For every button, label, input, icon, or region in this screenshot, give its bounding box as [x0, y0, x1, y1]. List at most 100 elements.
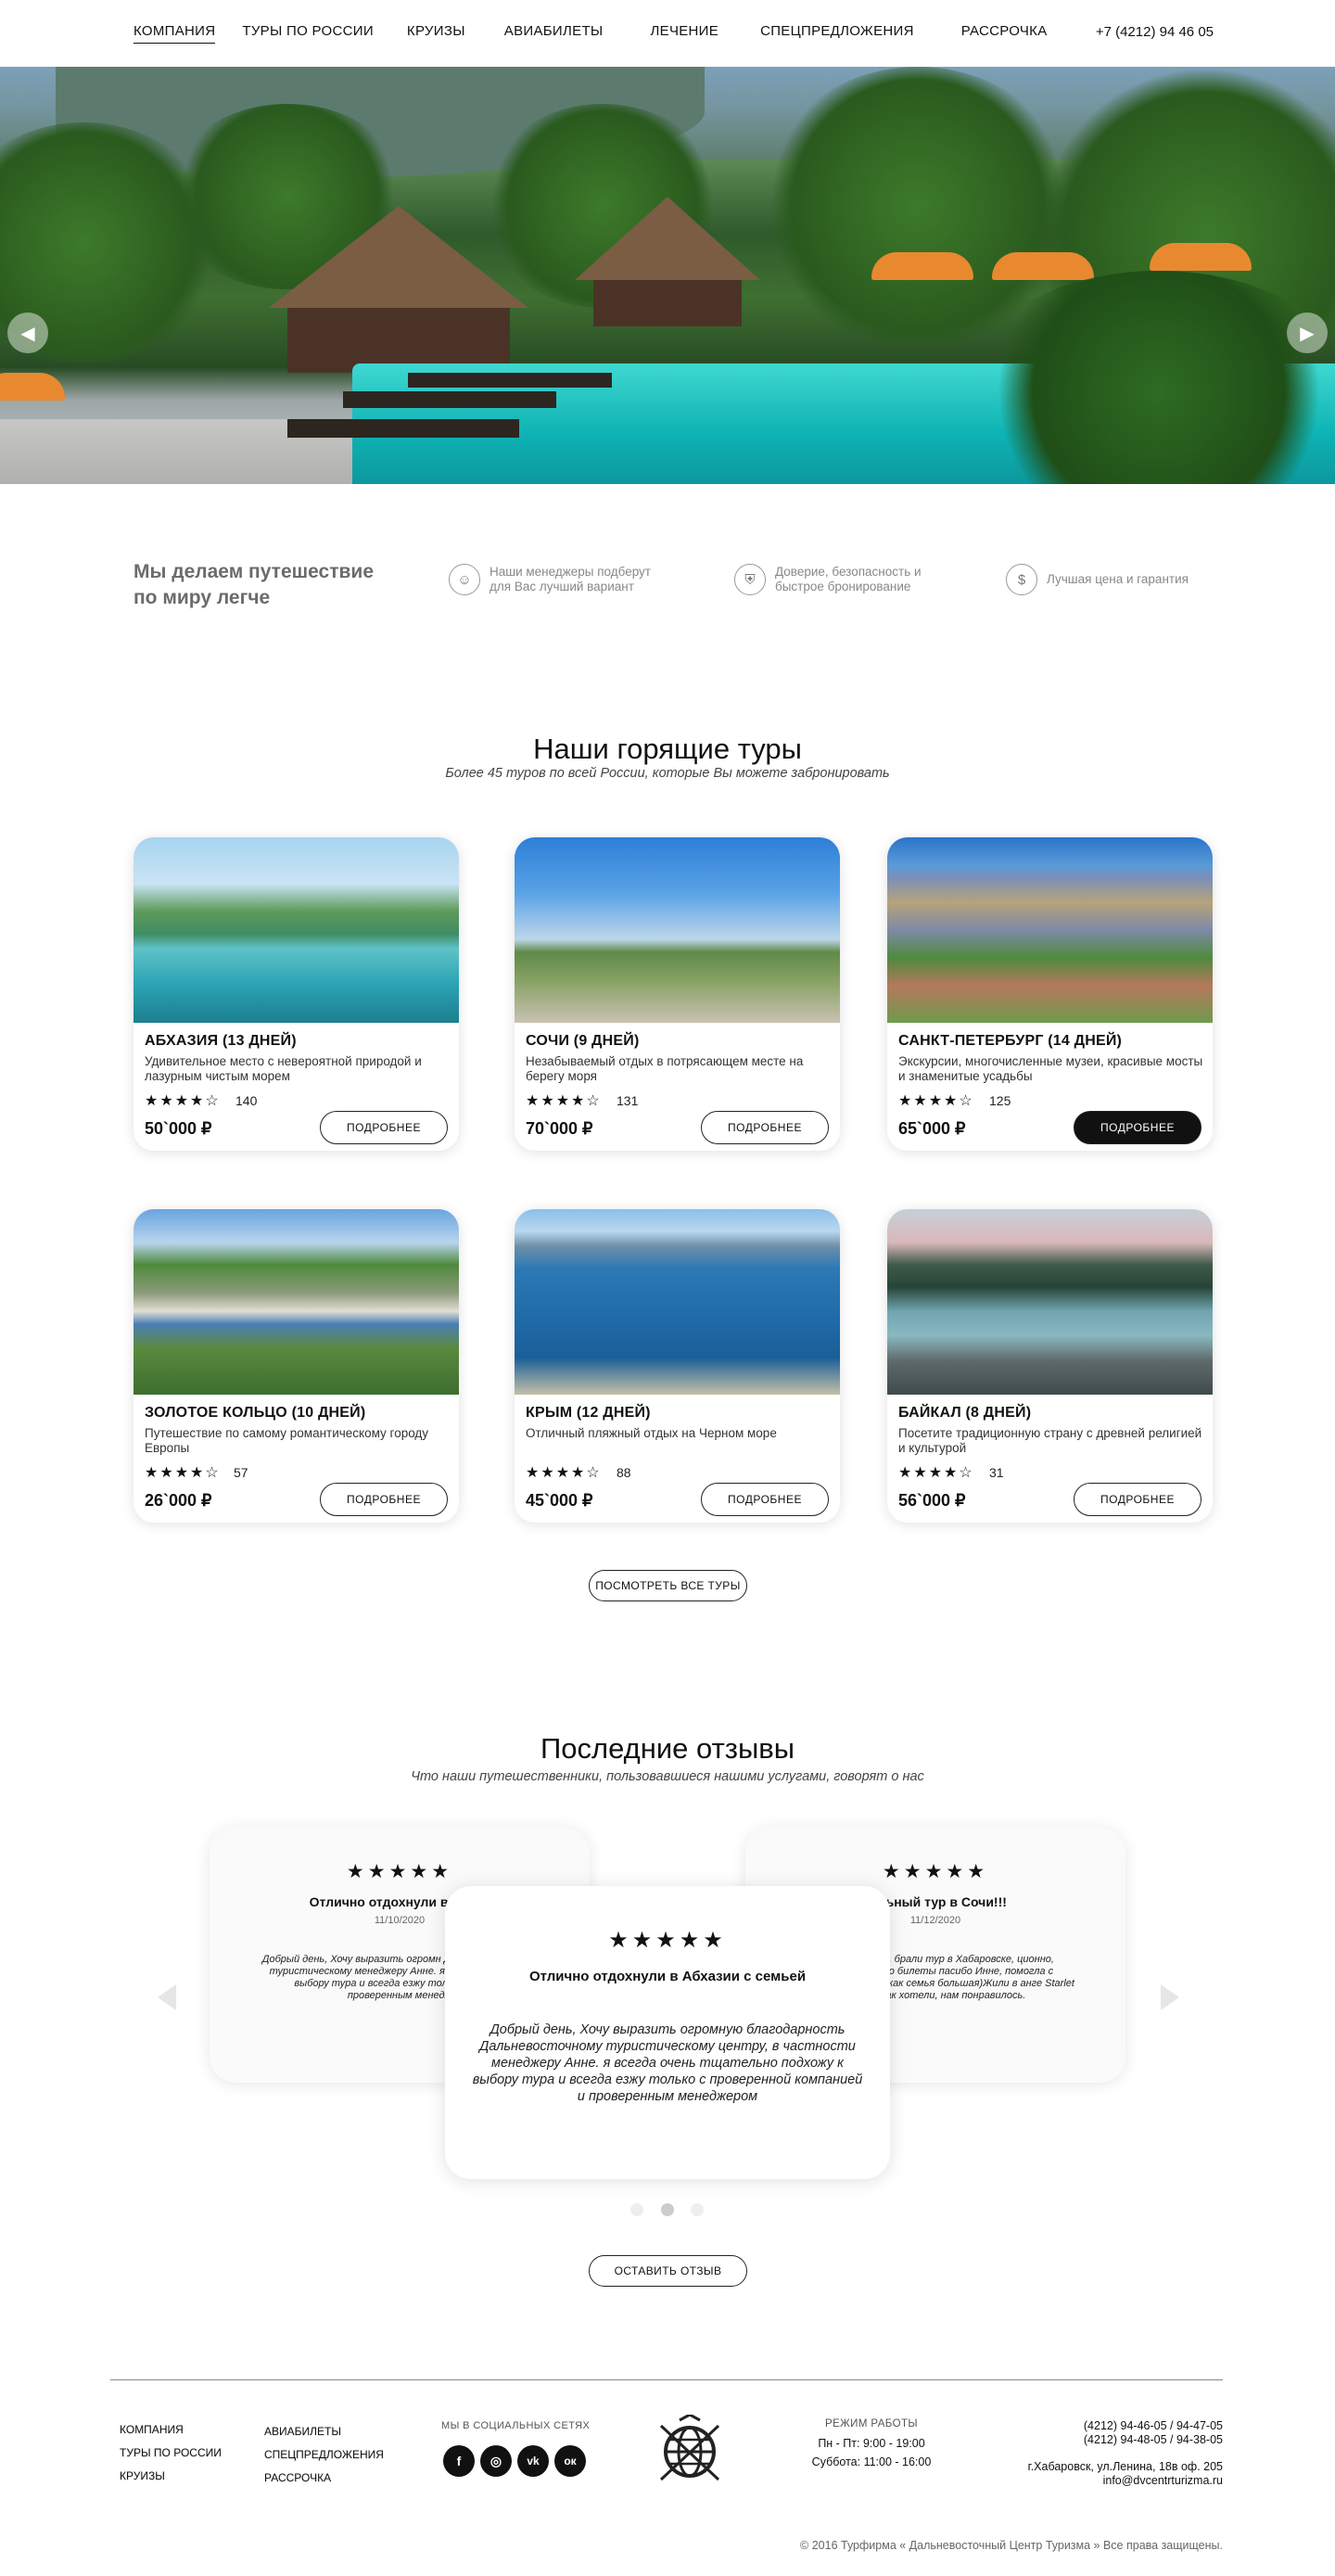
- header-phone[interactable]: +7 (4212) 94 46 05: [1096, 24, 1214, 40]
- facebook-icon[interactable]: f: [443, 2445, 475, 2477]
- tour-description: Удивительное место с невероятной природо…: [145, 1054, 422, 1083]
- feature-managers: ☺ Наши менеджеры подберут для Вас лучший…: [449, 564, 666, 595]
- feature-price: $ Лучшая цена и гарантия: [1006, 564, 1223, 595]
- review-text: Добрый день, Хочу выразить огромную благ…: [472, 2022, 863, 2104]
- footer-link-installment[interactable]: РАССРОЧКА: [264, 2471, 331, 2484]
- tour-card-crimea[interactable]: КРЫМ (12 ДНЕЙ) Отличный пляжный отдых на…: [515, 1209, 840, 1523]
- rating-stars: ★★★★☆: [898, 1093, 974, 1109]
- header: КОМПАНИЯ ТУРЫ ПО РОССИИ КРУИЗЫ АВИАБИЛЕТ…: [0, 0, 1335, 67]
- feature-text: Лучшая цена и гарантия: [1047, 572, 1189, 586]
- details-button[interactable]: ПОДРОБНЕЕ: [320, 1111, 448, 1144]
- footer-link-cruises[interactable]: КРУИЗЫ: [120, 2469, 165, 2482]
- rating-stars: ★★★★★: [346, 1861, 453, 1882]
- review-count: 57: [234, 1465, 248, 1480]
- tour-title: САНКТ-ПЕТЕРБУРГ (14 ДНЕЙ): [898, 1033, 1123, 1049]
- feature-trust: ⛨ Доверие, безопасность и быстрое бронир…: [734, 564, 942, 595]
- review-card-center[interactable]: ★★★★★ Отлично отдохнули в Абхазии с семь…: [445, 1886, 890, 2179]
- reviews-dot-2[interactable]: [661, 2203, 674, 2216]
- nav-item-treatment[interactable]: ЛЕЧЕНИЕ: [651, 23, 719, 44]
- instagram-icon[interactable]: ◎: [480, 2445, 512, 2477]
- review-title: Отлично отдохнули в Абхазии с семьей: [528, 1969, 807, 1984]
- tour-price: 45`000 ₽: [526, 1491, 593, 1510]
- feature-text: Наши менеджеры подберут для Вас лучший в…: [490, 565, 651, 593]
- tour-price: 65`000 ₽: [898, 1119, 966, 1138]
- rating-stars: ★★★★★: [608, 1928, 727, 1953]
- tour-image: [134, 837, 459, 1023]
- tour-card-spb[interactable]: САНКТ-ПЕТЕРБУРГ (14 ДНЕЙ) Экскурсии, мно…: [887, 837, 1213, 1151]
- tour-image: [887, 1209, 1213, 1395]
- tour-card-abkhazia[interactable]: АБХАЗИЯ (13 ДНЕЙ) Удивительное место с н…: [134, 837, 459, 1151]
- footer-phones-2[interactable]: (4212) 94-48-05 / 94-38-05: [1084, 2433, 1223, 2446]
- leave-review-button[interactable]: ОСТАВИТЬ ОТЗЫВ: [589, 2255, 747, 2287]
- reviews-prev-arrow[interactable]: [158, 1984, 176, 2010]
- footer-link-flights[interactable]: АВИАБИЛЕТЫ: [264, 2425, 341, 2438]
- hero-slider: ◀ ▶: [0, 67, 1335, 484]
- hot-tours-subtitle: Более 45 туров по всей России, которые В…: [445, 766, 890, 781]
- rating-stars: ★★★★☆: [526, 1093, 602, 1109]
- tour-image: [134, 1209, 459, 1395]
- company-logo: [652, 2413, 728, 2485]
- hours-title: РЕЖИМ РАБОТЫ: [825, 2418, 918, 2429]
- tour-card-golden-ring[interactable]: ЗОЛОТОЕ КОЛЬЦО (10 ДНЕЙ) Путешествие по …: [134, 1209, 459, 1523]
- tour-description: Экскурсии, многочисленные музеи, красивы…: [898, 1054, 1203, 1083]
- review-count: 131: [617, 1093, 639, 1108]
- feature-text: Доверие, безопасность и быстрое брониров…: [775, 565, 922, 593]
- hot-tours-title: Наши горящие туры: [533, 733, 802, 765]
- people-icon: ☺: [449, 564, 480, 595]
- dollar-icon: $: [1006, 564, 1037, 595]
- tour-title: ЗОЛОТОЕ КОЛЬЦО (10 ДНЕЙ): [145, 1405, 366, 1421]
- nav-item-company[interactable]: КОМПАНИЯ: [134, 23, 216, 44]
- footer-address: г.Хабаровск, ул.Ленина, 18в оф. 205: [1027, 2460, 1223, 2473]
- tour-title: СОЧИ (9 ДНЕЙ): [526, 1033, 640, 1049]
- tour-card-baikal[interactable]: БАЙКАЛ (8 ДНЕЙ) Посетите традиционную ст…: [887, 1209, 1213, 1523]
- review-count: 88: [617, 1465, 631, 1480]
- ok-icon[interactable]: ок: [554, 2445, 586, 2477]
- vk-icon[interactable]: vk: [517, 2445, 549, 2477]
- tour-description: Незабываемый отдых в потрясающем месте н…: [526, 1054, 804, 1083]
- details-button[interactable]: ПОДРОБНЕЕ: [1074, 1111, 1202, 1144]
- footer-link-special-offers[interactable]: СПЕЦПРЕДЛОЖЕНИЯ: [264, 2448, 384, 2461]
- globe-logo-icon: [659, 2413, 720, 2481]
- details-button[interactable]: ПОДРОБНЕЕ: [701, 1111, 829, 1144]
- main-nav: КОМПАНИЯ ТУРЫ ПО РОССИИ КРУИЗЫ АВИАБИЛЕТ…: [134, 23, 1048, 44]
- reviews-dot-1[interactable]: [630, 2203, 643, 2216]
- hours-saturday: Суббота: 11:00 - 16:00: [811, 2455, 932, 2468]
- tour-card-sochi[interactable]: СОЧИ (9 ДНЕЙ) Незабываемый отдых в потря…: [515, 837, 840, 1151]
- hero-next-arrow[interactable]: ▶: [1287, 312, 1328, 353]
- hours-weekdays: Пн - Пт: 9:00 - 19:00: [818, 2437, 925, 2450]
- details-button[interactable]: ПОДРОБНЕЕ: [701, 1483, 829, 1516]
- footer-email[interactable]: info@dvcentrturizma.ru: [1103, 2474, 1223, 2487]
- chevron-right-icon: ▶: [1300, 323, 1315, 344]
- rating-stars: ★★★★☆: [898, 1465, 974, 1481]
- nav-item-russia-tours[interactable]: ТУРЫ ПО РОССИИ: [242, 23, 374, 44]
- social-title: МЫ В СОЦИАЛЬНЫХ СЕТЯХ: [441, 2420, 591, 2431]
- tour-title: АБХАЗИЯ (13 ДНЕЙ): [145, 1033, 297, 1049]
- nav-item-flights[interactable]: АВИАБИЛЕТЫ: [504, 23, 604, 44]
- footer-link-company[interactable]: КОМПАНИЯ: [120, 2423, 184, 2436]
- nav-item-cruises[interactable]: КРУИЗЫ: [407, 23, 465, 44]
- rating-stars: ★★★★☆: [526, 1465, 602, 1481]
- tour-description: Отличный пляжный отдых на Черном море: [526, 1426, 777, 1440]
- details-button[interactable]: ПОДРОБНЕЕ: [320, 1483, 448, 1516]
- footer-link-russia-tours[interactable]: ТУРЫ ПО РОССИИ: [120, 2446, 222, 2459]
- review-count: 140: [235, 1093, 258, 1108]
- footer-phones-1[interactable]: (4212) 94-46-05 / 94-47-05: [1084, 2419, 1223, 2432]
- view-all-tours-button[interactable]: ПОСМОТРЕТЬ ВСЕ ТУРЫ: [589, 1570, 747, 1601]
- tour-description: Путешествие по самому романтическому гор…: [145, 1426, 429, 1455]
- copyright: © 2016 Турфирма « Дальневосточный Центр …: [800, 2539, 1223, 2552]
- details-button[interactable]: ПОДРОБНЕЕ: [1074, 1483, 1202, 1516]
- shield-icon: ⛨: [734, 564, 766, 595]
- hero-prev-arrow[interactable]: ◀: [7, 312, 48, 353]
- nav-item-installment[interactable]: РАССРОЧКА: [961, 23, 1048, 44]
- tour-price: 56`000 ₽: [898, 1491, 966, 1510]
- review-count: 125: [989, 1093, 1011, 1108]
- tour-image: [515, 837, 840, 1023]
- reviews-next-arrow[interactable]: [1161, 1984, 1179, 2010]
- tour-image: [887, 837, 1213, 1023]
- rating-stars: ★★★★☆: [145, 1465, 221, 1481]
- hero-image: [0, 67, 1335, 484]
- chevron-left-icon: ◀: [20, 323, 35, 344]
- nav-item-special-offers[interactable]: СПЕЦПРЕДЛОЖЕНИЯ: [760, 23, 914, 44]
- reviews-dot-3[interactable]: [691, 2203, 704, 2216]
- tour-price: 70`000 ₽: [526, 1119, 593, 1138]
